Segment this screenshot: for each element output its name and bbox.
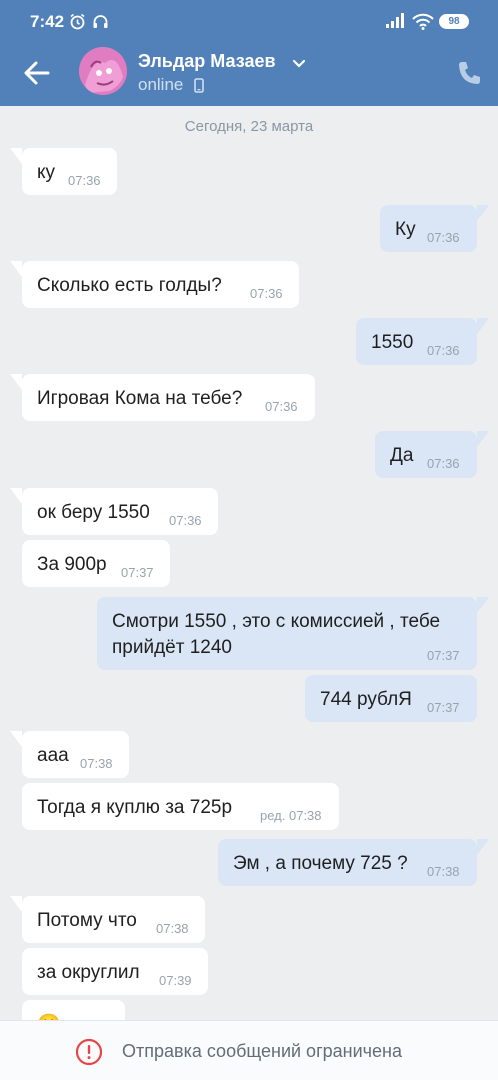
restricted-message: Отправка сообщений ограничена (122, 1041, 402, 1061)
message-time: 07:38 (427, 864, 460, 879)
message-incoming[interactable]: ок беру 1550 07:36 (22, 488, 218, 535)
message-text: 🙂 (37, 1012, 61, 1020)
status-time: 7:42 (30, 12, 65, 31)
headset-icon (92, 13, 109, 35)
message-text: ааа (37, 745, 69, 766)
message-list[interactable]: Сегодня, 23 марта ку 07:36 Ку 07:36 Скол… (0, 106, 498, 1020)
message-time: 07:36 (427, 230, 460, 245)
message-incoming[interactable]: Тогда я куплю за 725р ред. 07:38 (22, 783, 339, 830)
date-separator: Сегодня, 23 марта (184, 118, 314, 135)
warning-circle-icon (75, 1038, 103, 1071)
message-time: 07:36 (265, 399, 298, 414)
message-time: 07:38 (156, 921, 189, 936)
message-text: Потому что (37, 910, 137, 931)
back-button[interactable] (20, 56, 54, 90)
message-text: ок беру 1550 (37, 502, 150, 523)
message-text: ку (37, 162, 56, 183)
battery-indicator: 98 (439, 14, 469, 29)
message-outgoing[interactable]: 744 рублЯ 07:37 (305, 675, 477, 722)
message-time: 07:39 (159, 973, 192, 988)
message-outgoing[interactable]: Смотри 1550 , это с комиссией , тебе при… (97, 597, 477, 670)
chevron-down-icon[interactable] (292, 56, 306, 74)
message-time: 07:38 (80, 756, 113, 771)
message-incoming[interactable]: ааа 07:38 (22, 731, 129, 778)
call-button[interactable] (452, 56, 486, 90)
chat-header: Эльдар Мазаев online (0, 42, 498, 106)
message-time: 07:36 (427, 343, 460, 358)
message-text: Сколько есть голды? (37, 275, 222, 296)
message-incoming[interactable]: за округлил 07:39 (22, 948, 208, 995)
message-time: 07:37 (427, 700, 460, 715)
message-outgoing[interactable]: Ку 07:36 (380, 205, 477, 252)
message-text: Ку (395, 219, 416, 240)
wifi-icon (412, 13, 434, 35)
message-incoming[interactable]: Игровая Кома на тебе? 07:36 (22, 374, 315, 421)
message-text: за округлил (37, 962, 140, 983)
back-arrow-icon (24, 61, 50, 85)
contact-name[interactable]: Эльдар Мазаев (138, 51, 276, 72)
message-incoming[interactable]: За 900р 07:37 (22, 540, 170, 587)
message-text: Тогда я куплю за 725р (37, 797, 233, 818)
message-text: 1550 (371, 332, 414, 353)
presence-status: online (138, 75, 184, 94)
message-incoming[interactable]: ку 07:36 (22, 148, 117, 195)
message-time: 07:36 (250, 286, 283, 301)
message-outgoing[interactable]: 1550 07:36 (356, 318, 477, 365)
avatar[interactable] (79, 47, 127, 95)
input-restricted-bar: Отправка сообщений ограничена (0, 1020, 498, 1080)
message-time: 07:36 (427, 456, 460, 471)
status-bar: 7:42 98 (0, 0, 498, 42)
message-outgoing[interactable]: Эм , а почему 725 ? 07:38 (218, 839, 477, 886)
message-text: За 900р (37, 554, 107, 575)
message-text: Да (390, 445, 414, 466)
message-time: ред. 07:38 (260, 808, 322, 823)
phone-icon (459, 62, 480, 84)
alarm-icon (69, 13, 86, 35)
message-outgoing[interactable]: Да 07:36 (375, 431, 477, 478)
message-time: 07:36 (68, 173, 101, 188)
message-text: Смотри 1550 , это с комиссией , тебе при… (112, 611, 441, 658)
message-time: 07:37 (427, 648, 460, 663)
message-incoming[interactable]: Сколько есть голды? 07:36 (22, 261, 299, 308)
message-incoming[interactable]: 🙂 (22, 1000, 125, 1020)
signal-icon (385, 13, 405, 34)
message-time: 07:36 (169, 513, 202, 528)
mobile-icon (194, 78, 204, 98)
message-time: 07:37 (121, 565, 154, 580)
message-incoming[interactable]: Потому что 07:38 (22, 896, 205, 943)
message-text: 744 рублЯ (320, 689, 412, 710)
message-text: Эм , а почему 725 ? (233, 853, 408, 874)
message-text: Игровая Кома на тебе? (37, 388, 243, 409)
